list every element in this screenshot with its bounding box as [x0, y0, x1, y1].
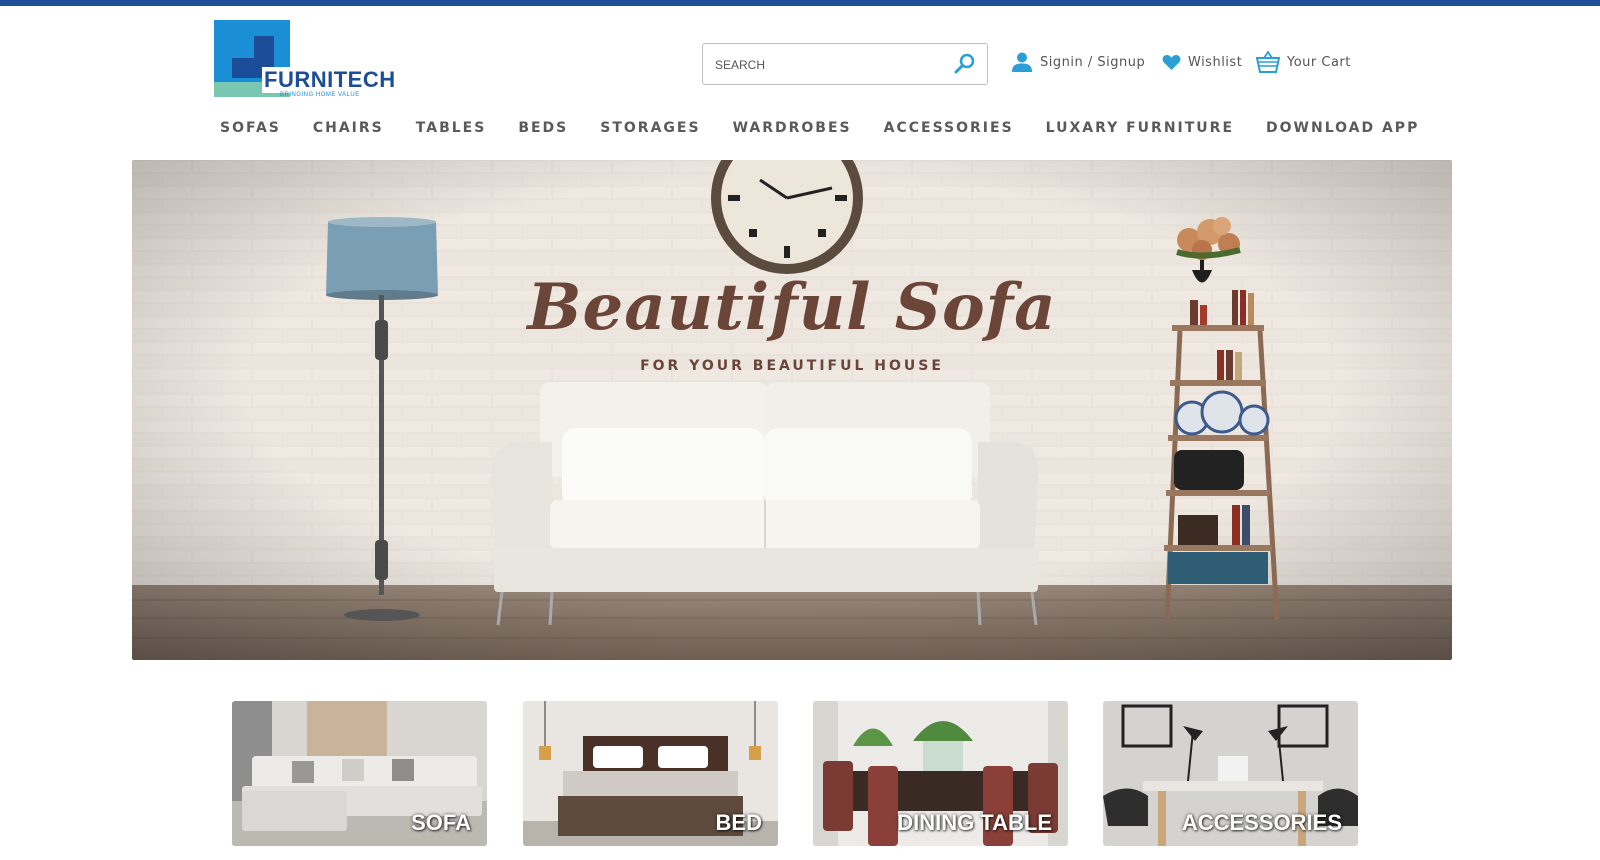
nav-item-sofas[interactable]: SOFAS: [220, 120, 281, 142]
wishlist-label: Wishlist: [1188, 54, 1243, 70]
nav-item-chairs[interactable]: CHAIRS: [313, 120, 384, 142]
main-nav: SOFAS CHAIRS TABLES BEDS STORAGES WARDRO…: [220, 120, 1417, 142]
nav-item-storages[interactable]: STORAGES: [600, 120, 700, 142]
brand-tagline: BRINGING HOME VALUE: [280, 92, 360, 98]
hero-title: Beautiful Sofa: [527, 270, 1057, 345]
cart-link[interactable]: Your Cart: [1256, 50, 1351, 74]
category-card-accessories[interactable]: ACCESSORIES: [1103, 701, 1358, 846]
nav-item-luxary-furniture[interactable]: LUXARY FURNITURE: [1046, 120, 1234, 142]
basket-icon: [1256, 51, 1280, 73]
category-card-sofa[interactable]: SOFA: [232, 701, 487, 846]
signin-label: Signin / Signup: [1040, 54, 1146, 70]
nav-item-tables[interactable]: TABLES: [416, 120, 487, 142]
search-input[interactable]: [715, 54, 945, 76]
category-label-sofa: SOFA: [411, 810, 471, 835]
nav-item-wardrobes[interactable]: WARDROBES: [733, 120, 852, 142]
top-accent-bar: [0, 0, 1600, 6]
wishlist-link[interactable]: Wishlist: [1162, 50, 1242, 74]
search-box: [702, 43, 988, 85]
heart-icon: [1162, 54, 1181, 70]
category-label-accessories: ACCESSORIES: [1181, 810, 1342, 835]
category-card-bed[interactable]: BED: [523, 701, 778, 846]
hero-banner[interactable]: Beautiful Sofa FOR YOUR BEAUTIFUL HOUSE: [132, 160, 1452, 660]
nav-item-accessories[interactable]: ACCESSORIES: [884, 120, 1014, 142]
brand-name: FURNITECH: [262, 67, 398, 93]
category-card-dining-table[interactable]: DINING TABLE: [813, 701, 1068, 846]
category-label-dining-table: DINING TABLE: [897, 810, 1052, 835]
category-label-bed: BED: [715, 810, 762, 835]
brand-logo[interactable]: FURNITECH BRINGING HOME VALUE: [214, 20, 414, 100]
nav-item-download-app[interactable]: DOWNLOAD APP: [1266, 120, 1419, 142]
nav-item-beds[interactable]: BEDS: [518, 120, 568, 142]
user-icon: [1012, 52, 1032, 72]
hero-scene-image: [132, 160, 1452, 660]
signin-link[interactable]: Signin / Signup: [1011, 50, 1145, 74]
cart-label: Your Cart: [1287, 54, 1351, 70]
category-cards: SOFA BED DINING TABLE ACCESSORIES: [232, 701, 1358, 846]
search-icon[interactable]: [953, 52, 977, 76]
hero-subtitle: FOR YOUR BEAUTIFUL HOUSE: [640, 358, 944, 374]
